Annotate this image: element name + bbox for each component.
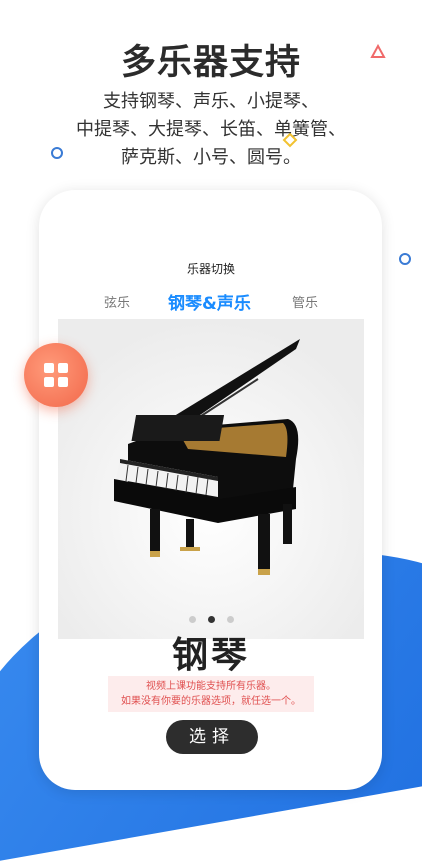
carousel-indicator	[58, 608, 364, 627]
subtitle-line-1: 支持钢琴、声乐、小提琴、	[103, 91, 319, 112]
tab-winds[interactable]: 管乐	[292, 292, 318, 311]
tab-piano-vocal[interactable]: 钢琴&声乐	[168, 289, 251, 314]
notice-box: 视频上课功能支持所有乐器。 如果没有你要的乐器选项，就任选一个。	[108, 676, 314, 712]
grand-piano-icon	[58, 319, 364, 639]
carousel-dot[interactable]	[226, 616, 234, 623]
page-headline: 多乐器支持	[120, 43, 301, 83]
phone-screen: 乐器切换 弦乐 钢琴&声乐 管乐 钢琴 视频上课功能支持所有乐器。 如果没有你要…	[58, 256, 364, 756]
instrument-image-area[interactable]	[58, 319, 364, 639]
menu-fab-button[interactable]	[24, 343, 88, 407]
instrument-name: 钢琴	[171, 635, 250, 676]
instrument-tabs: 弦乐 钢琴&声乐 管乐	[58, 292, 364, 316]
screen-title: 乐器切换	[186, 262, 235, 276]
grid-menu-icon	[44, 363, 68, 387]
circle-decoration-icon	[399, 253, 411, 265]
tab-strings[interactable]: 弦乐	[104, 292, 130, 311]
carousel-dot[interactable]	[188, 616, 196, 623]
notice-line-1: 视频上课功能支持所有乐器。	[146, 681, 276, 692]
select-button[interactable]: 选择	[166, 720, 258, 754]
subtitle-line-3: 萨克斯、小号、圆号。	[121, 147, 301, 168]
carousel-dot-active[interactable]	[207, 616, 215, 623]
subtitle-line-2: 中提琴、大提琴、长笛、单簧管、	[76, 119, 346, 140]
notice-line-2: 如果没有你要的乐器选项，就任选一个。	[121, 696, 301, 707]
